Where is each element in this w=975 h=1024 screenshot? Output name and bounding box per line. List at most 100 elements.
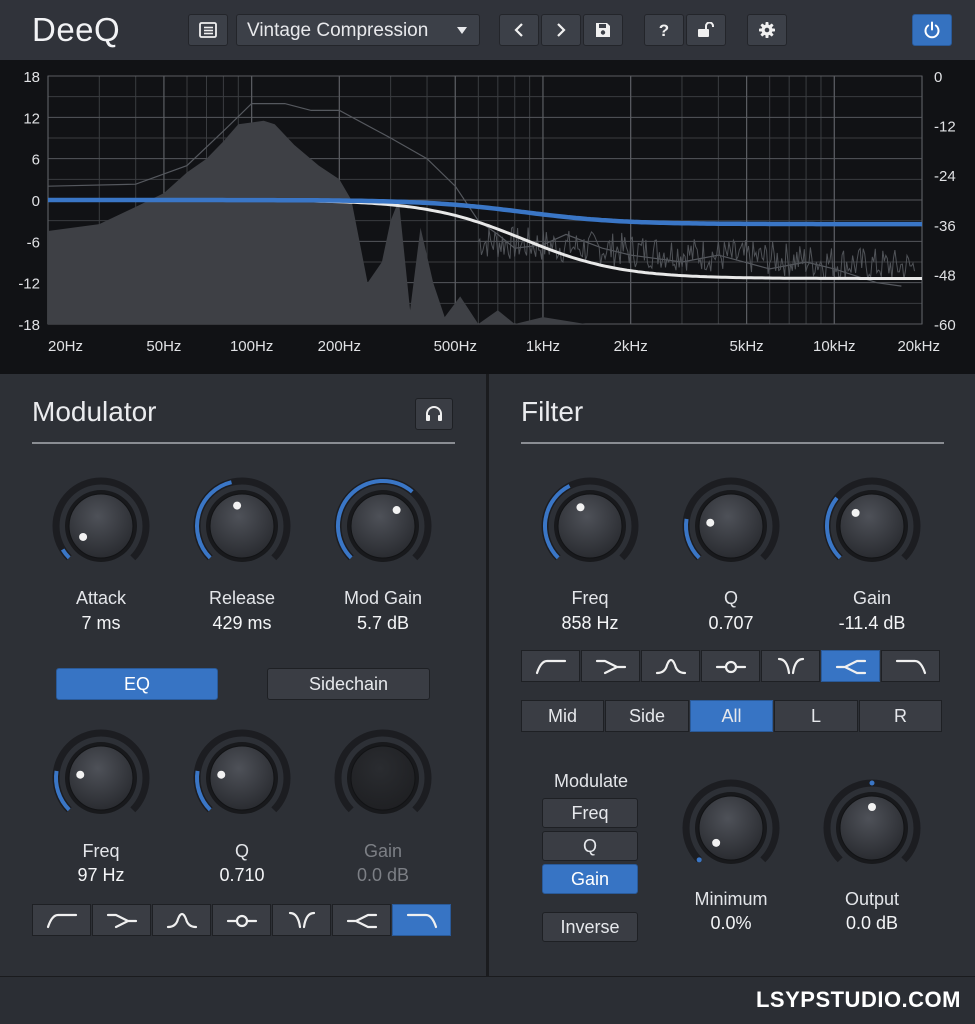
- mod-gain-knob[interactable]: [331, 474, 435, 578]
- knob-indicator: [868, 803, 876, 811]
- filter-q-knob[interactable]: [679, 474, 783, 578]
- mod-q-knob[interactable]: [190, 726, 294, 830]
- filter-type-selector: [521, 650, 941, 682]
- filter-freq-knob[interactable]: [538, 474, 642, 578]
- knob-indicator: [706, 518, 715, 527]
- x-axis-tick-label: 1kHz: [526, 338, 560, 355]
- modulate-freq-button[interactable]: Freq: [542, 798, 638, 828]
- knob-body: [698, 795, 764, 861]
- channel-side-button[interactable]: Side: [605, 700, 689, 732]
- output-knob[interactable]: [820, 776, 924, 880]
- knob-graphic: [52, 477, 150, 562]
- mod-type-high-cut-button[interactable]: [392, 904, 451, 936]
- x-axis-tick-label: 20kHz: [897, 338, 940, 355]
- mod-type-high-shelf-button[interactable]: [332, 904, 391, 936]
- settings-button[interactable]: [747, 14, 787, 46]
- bell-icon: [166, 912, 197, 929]
- eq-curve-display: 18 12 6 0 -6 -12 -18 0 -12 -24 -36 -48 -60 20Hz 50Hz…: [18, 69, 956, 355]
- preset-dropdown[interactable]: Vintage Compression: [236, 14, 480, 46]
- y-axis-left-tick-label: -18: [18, 317, 40, 334]
- high-shelf-icon: [835, 659, 866, 675]
- mod-gain-value: 5.7 dB: [356, 613, 410, 633]
- y-axis-right-tick-label: -24: [934, 168, 956, 185]
- attack-label: Attack: [75, 588, 127, 608]
- filter-gain-value: -11.4 dB: [838, 613, 906, 633]
- x-axis-tick-label: 50Hz: [146, 338, 181, 355]
- knob-zero-marker: [696, 857, 702, 863]
- filter-type-high-shelf-button[interactable]: [821, 650, 880, 682]
- filter-type-bell-button[interactable]: [641, 650, 700, 682]
- release-label: Release: [208, 588, 276, 608]
- spectrum-noise-line: [477, 226, 915, 281]
- knob-indicator: [79, 532, 88, 541]
- attack-value: 7 ms: [81, 613, 121, 633]
- knob-indicator: [392, 506, 401, 515]
- modulator-title: Modulator: [32, 396, 157, 427]
- previous-preset-button[interactable]: [499, 14, 539, 46]
- minimum-value: 0.0%: [710, 913, 752, 933]
- filter-type-notch-button[interactable]: [701, 650, 760, 682]
- high-shelf-icon: [346, 913, 377, 929]
- channel-all-button[interactable]: All: [690, 700, 773, 732]
- x-axis-tick-label: 2kHz: [614, 338, 648, 355]
- output-value: 0.0 dB: [845, 913, 899, 933]
- x-axis-tick-label: 100Hz: [230, 338, 273, 355]
- mod-type-low-cut-button[interactable]: [32, 904, 91, 936]
- frequency-response-graph[interactable]: 18 12 6 0 -6 -12 -18 0 -12 -24 -36 -48 -60 20Hz 50Hz…: [0, 60, 975, 374]
- brand-text: LSYPSTUDIO.COM: [755, 987, 961, 1012]
- next-preset-button[interactable]: [541, 14, 581, 46]
- channel-left-button[interactable]: L: [774, 700, 858, 732]
- low-shelf-icon: [106, 913, 137, 929]
- minimum-label: Minimum: [694, 889, 768, 909]
- y-axis-right-tick-label: -36: [934, 218, 956, 235]
- listen-button[interactable]: [415, 398, 453, 430]
- filter-gain-knob[interactable]: [820, 474, 924, 578]
- minimum-knob[interactable]: [679, 776, 783, 880]
- lock-button[interactable]: [686, 14, 726, 46]
- mod-freq-label: Freq: [82, 841, 120, 861]
- modulate-gain-button[interactable]: Gain: [542, 864, 638, 894]
- chevron-right-icon: [557, 23, 566, 37]
- mod-type-notch-button[interactable]: [212, 904, 271, 936]
- preset-list-button[interactable]: [188, 14, 228, 46]
- knob-graphic: [682, 477, 780, 562]
- filter-type-band-reject-button[interactable]: [761, 650, 820, 682]
- filter-title: Filter: [521, 396, 584, 427]
- x-axis-tick-label: 10kHz: [813, 338, 856, 355]
- modulate-q-button[interactable]: Q: [542, 831, 638, 861]
- knob-graphic: [334, 729, 432, 814]
- y-axis-left-tick-label: 6: [32, 152, 40, 169]
- inverse-button[interactable]: Inverse: [542, 912, 638, 942]
- knob-indicator: [712, 838, 721, 847]
- output-label: Output: [844, 889, 900, 909]
- release-knob[interactable]: [190, 474, 294, 578]
- knob-graphic: [541, 477, 639, 562]
- mod-type-low-shelf-button[interactable]: [92, 904, 151, 936]
- mod-gain-label: Mod Gain: [343, 588, 423, 608]
- channel-mid-button[interactable]: Mid: [521, 700, 604, 732]
- y-axis-left-tick-label: 18: [23, 69, 40, 86]
- unlock-icon: [698, 22, 714, 37]
- knob-body: [350, 493, 416, 559]
- knob-graphic: [823, 477, 921, 562]
- knob-graphic: [823, 779, 921, 864]
- high-cut-icon: [406, 913, 437, 929]
- mod-freq-knob[interactable]: [49, 726, 153, 830]
- save-preset-button[interactable]: [583, 14, 623, 46]
- low-shelf-icon: [595, 659, 626, 675]
- x-axis-tick-label: 500Hz: [434, 338, 477, 355]
- mod-type-band-reject-button[interactable]: [272, 904, 331, 936]
- power-button[interactable]: [912, 14, 952, 46]
- filter-type-high-cut-button[interactable]: [881, 650, 940, 682]
- knob-indicator: [76, 770, 85, 779]
- sidechain-mode-button[interactable]: Sidechain: [267, 668, 430, 700]
- channel-right-button[interactable]: R: [859, 700, 942, 732]
- bell-icon: [655, 658, 686, 675]
- help-button[interactable]: ?: [644, 14, 684, 46]
- filter-type-low-shelf-button[interactable]: [581, 650, 640, 682]
- eq-mode-button[interactable]: EQ: [56, 668, 218, 700]
- mod-type-bell-button[interactable]: [152, 904, 211, 936]
- mod-eq-gain-value: 0.0 dB: [356, 865, 410, 885]
- filter-type-low-cut-button[interactable]: [521, 650, 580, 682]
- attack-knob[interactable]: [49, 474, 153, 578]
